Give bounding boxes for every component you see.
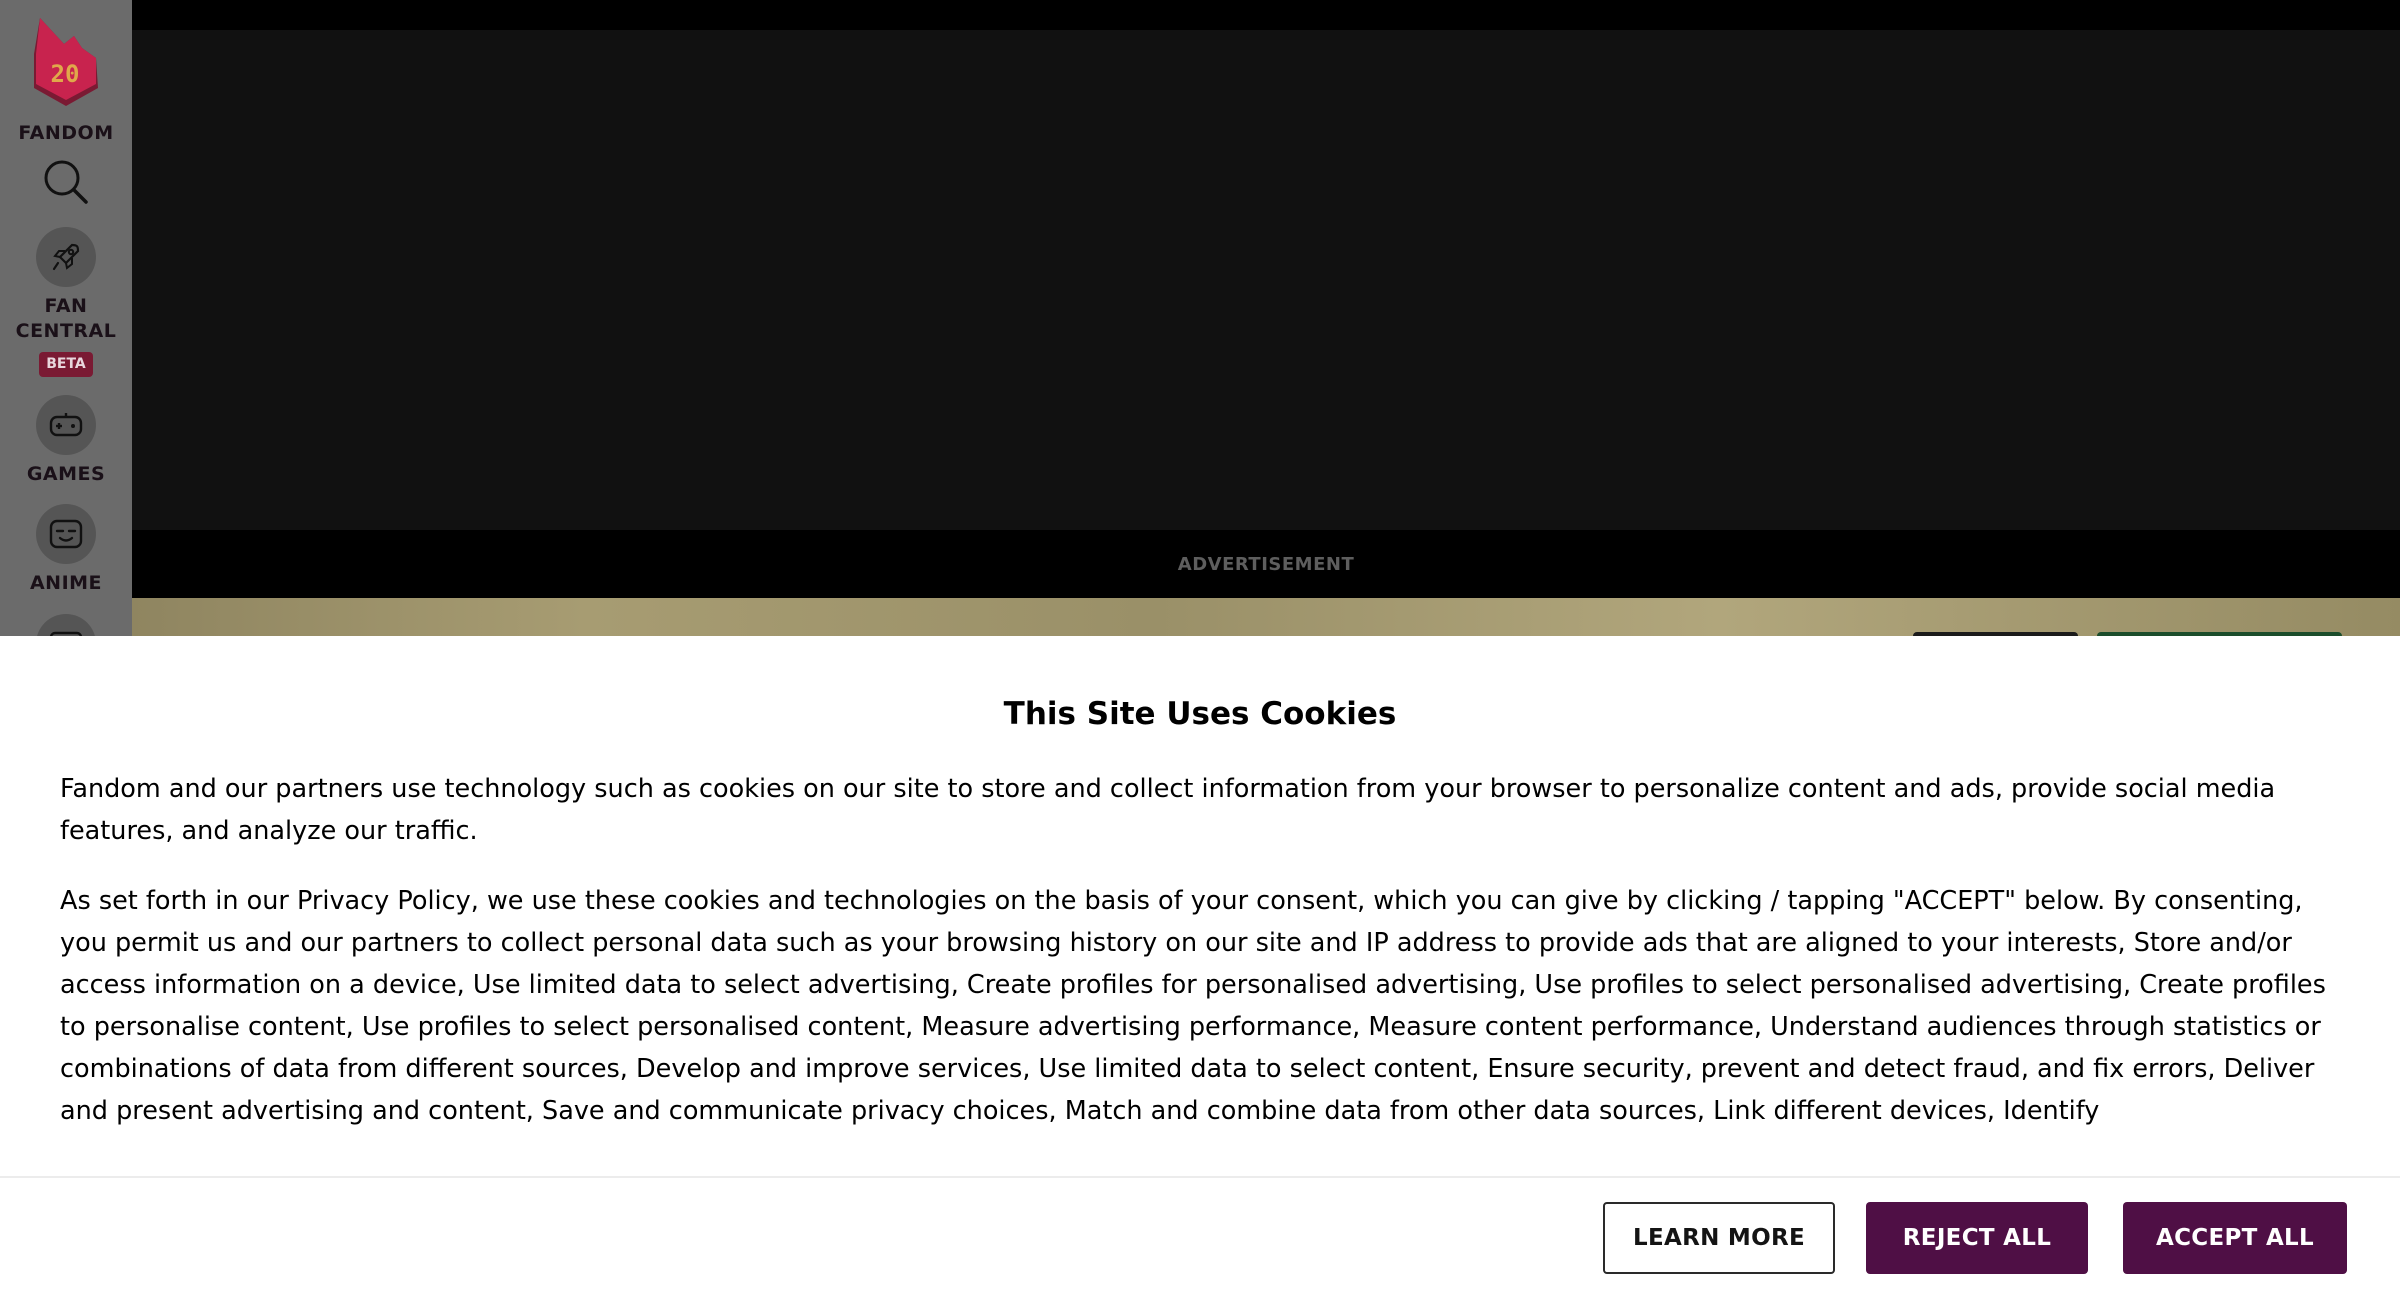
rocket-icon [52,243,80,271]
games-button[interactable] [36,395,96,455]
advertisement-slot [132,30,2400,530]
accept-all-button[interactable]: ACCEPT ALL [2123,1202,2347,1274]
fandom-brand-label[interactable]: FANDOM [0,121,132,146]
learn-more-button[interactable]: LEARN MORE [1603,1202,1835,1274]
advertisement-label: ADVERTISEMENT [1177,553,1355,575]
anime-button[interactable] [36,504,96,564]
banner-divider [0,1176,2400,1178]
logo-number: 20 [51,60,80,88]
beta-badge: BETA [39,352,93,377]
advertisement-bar: ADVERTISEMENT [132,530,2400,598]
fan-central-label[interactable]: FAN [0,294,132,319]
cookie-consent-banner: This Site Uses Cookies Fandom and our pa… [0,636,2400,1298]
anime-label[interactable]: ANIME [0,571,132,596]
anime-face-icon [49,519,83,549]
search-icon [44,160,88,204]
cookie-paragraph-2: As set forth in our Privacy Policy, we u… [60,886,2326,1126]
fandom-logo[interactable]: 20 [26,14,104,110]
top-bar [132,0,2400,30]
games-label[interactable]: GAMES [0,462,132,487]
fandom-flame-icon: 20 [34,18,98,106]
fan-central-label-2[interactable]: CENTRAL [0,319,132,344]
search-button[interactable] [40,156,92,208]
cookie-paragraph-1: Fandom and our partners use technology s… [60,774,2276,846]
cookie-banner-title: This Site Uses Cookies [1003,696,1397,732]
cookie-banner-text: Fandom and our partners use technology s… [60,768,2340,1254]
gamepad-icon [49,413,83,437]
reject-all-button[interactable]: REJECT ALL [1866,1202,2088,1274]
fan-central-button[interactable] [36,227,96,287]
